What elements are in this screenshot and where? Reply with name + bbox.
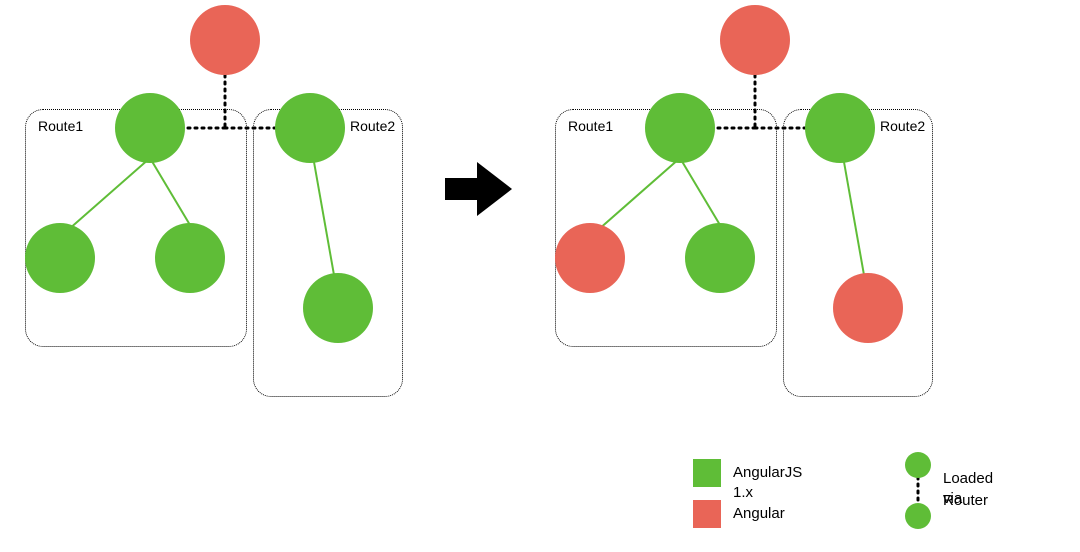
diagram-canvas: Route1 Route2 Route1 Route2 AngularJS 1.… — [0, 0, 1080, 552]
route-label-right-2: Route2 — [880, 118, 925, 134]
legend-router-label-2: Router — [943, 491, 988, 511]
root-node-right — [720, 5, 790, 75]
legend-label-red: Angular — [733, 504, 785, 524]
legend-swatch-green — [693, 459, 721, 487]
node-left-r2-top — [275, 93, 345, 163]
route-label-left-2: Route2 — [350, 118, 395, 134]
legend-router-node-bottom — [905, 503, 931, 529]
node-right-r2-b — [833, 273, 903, 343]
legend-router-node-top — [905, 452, 931, 478]
node-left-r2-b — [303, 273, 373, 343]
node-right-r2-top — [805, 93, 875, 163]
legend-label-green: AngularJS 1.x — [733, 463, 802, 503]
node-right-r1-bl — [555, 223, 625, 293]
root-node-left — [190, 5, 260, 75]
route-label-right-1: Route1 — [568, 118, 613, 134]
node-left-r1-bl — [25, 223, 95, 293]
node-right-r1-br — [685, 223, 755, 293]
route-label-left-1: Route1 — [38, 118, 83, 134]
legend-swatch-red — [693, 500, 721, 528]
node-right-r1-top — [645, 93, 715, 163]
arrow-icon — [445, 162, 512, 216]
node-left-r1-br — [155, 223, 225, 293]
node-left-r1-top — [115, 93, 185, 163]
